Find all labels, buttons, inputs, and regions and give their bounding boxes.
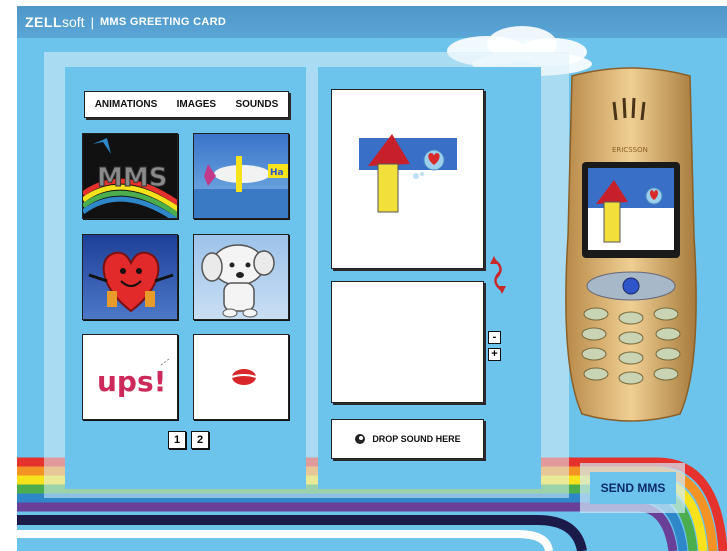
thumb-heart-animation[interactable] (82, 234, 178, 320)
svg-text:ERICSSON: ERICSSON (612, 146, 648, 154)
title-separator: | (90, 14, 94, 30)
app-title: MMS GREETING CARD (99, 16, 227, 28)
text-drop-slot[interactable] (331, 281, 484, 403)
swap-arrows-icon[interactable] (488, 256, 510, 294)
svg-text:MMS: MMS (97, 163, 167, 193)
send-mms-button[interactable]: SEND MMS (590, 472, 676, 504)
heart-icon (88, 251, 174, 313)
dog-icon (201, 244, 275, 318)
brand-name: ZELL (25, 14, 62, 30)
thumb-ups-animation[interactable]: ups! (82, 334, 178, 420)
page-1-button[interactable]: 1 (168, 431, 186, 449)
thumb-dog-animation[interactable] (193, 234, 289, 320)
thumb-lips-animation[interactable] (193, 334, 289, 420)
tab-animations[interactable]: ANIMATIONS (95, 99, 158, 110)
brand-suffix: soft (62, 14, 85, 30)
lips-icon (231, 369, 257, 385)
mms-logo-icon: MMS (83, 138, 177, 218)
thumb-mms-animation[interactable]: MMS (82, 133, 178, 219)
title-bar: ZELL soft | MMS GREETING CARD (17, 6, 727, 38)
category-tabs: ANIMATIONS IMAGES SOUNDS (84, 91, 289, 118)
page-2-button[interactable]: 2 (191, 431, 209, 449)
speaker-icon (355, 434, 366, 444)
svg-text:ups!: ups! (97, 365, 166, 398)
tab-images[interactable]: IMAGES (177, 99, 216, 110)
zoom-in-button[interactable]: + (488, 348, 501, 361)
phone-preview: ERICSSON (565, 67, 697, 422)
tab-sounds[interactable]: SOUNDS (235, 99, 278, 110)
drop-sound-label: DROP SOUND HERE (372, 434, 461, 444)
airplane-icon: Ha (194, 156, 288, 218)
thumb-airplane-animation[interactable]: Ha (193, 133, 289, 219)
drop-sound-target[interactable]: DROP SOUND HERE (331, 419, 484, 459)
house-heart-preview (359, 134, 457, 213)
ups-text-icon: ups! (97, 358, 170, 398)
image-drop-slot[interactable] (331, 89, 484, 269)
svg-text:Ha: Ha (270, 168, 284, 178)
phone-joystick-icon (622, 277, 640, 295)
zoom-out-button[interactable]: - (488, 331, 501, 344)
